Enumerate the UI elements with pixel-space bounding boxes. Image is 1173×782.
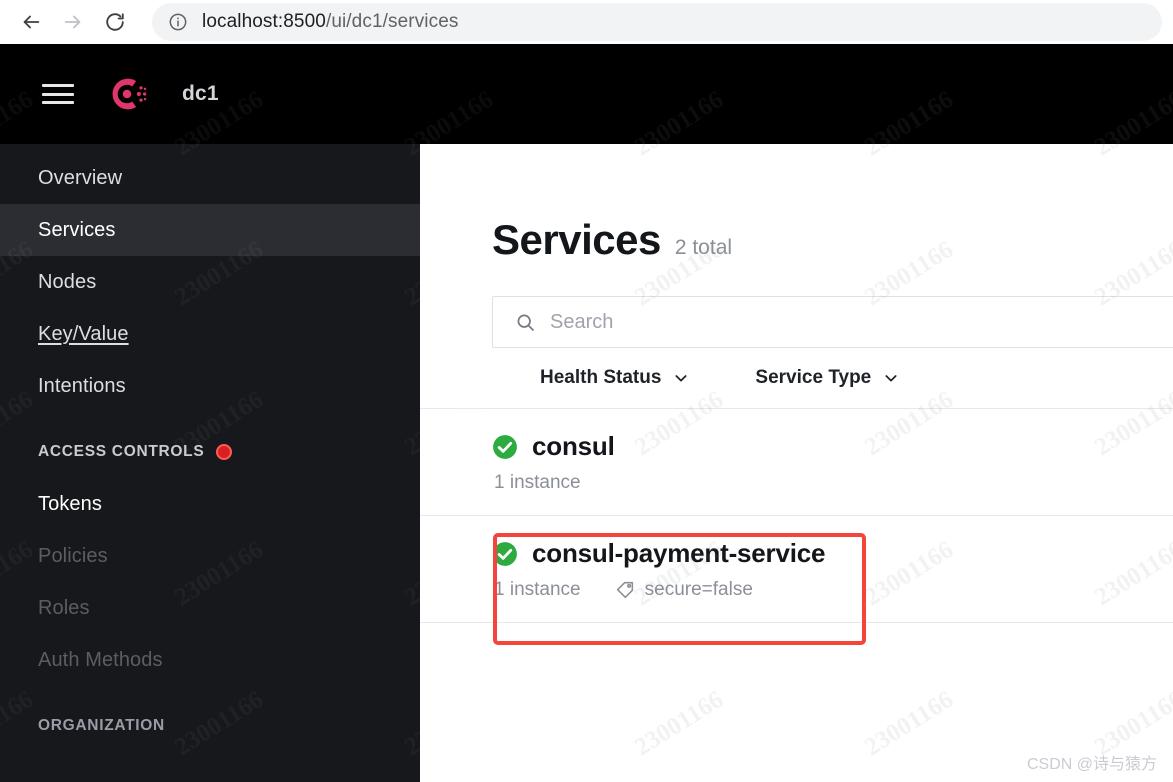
back-button[interactable] bbox=[14, 5, 48, 39]
sidebar-item-label: Intentions bbox=[38, 374, 126, 397]
sidebar-item-auth-methods[interactable]: Auth Methods bbox=[0, 634, 420, 686]
sidebar-item-label: Nodes bbox=[38, 270, 97, 293]
app-header: dc1 bbox=[0, 44, 1173, 144]
hamburger-menu-icon[interactable] bbox=[42, 82, 74, 106]
sidebar-item-label: Policies bbox=[38, 544, 108, 567]
sidebar-item-label: Tokens bbox=[38, 492, 102, 515]
url-path: /ui/dc1/services bbox=[325, 11, 459, 32]
footer-watermark: CSDN @诗与猿方 bbox=[1026, 756, 1157, 773]
sidebar-item-overview[interactable]: Overview bbox=[0, 152, 420, 204]
browser-toolbar: localhost:8500/ui/dc1/services bbox=[0, 0, 1173, 44]
sidebar-item-label: Overview bbox=[38, 166, 123, 189]
chevron-down-icon bbox=[885, 375, 897, 382]
service-meta: 1 instance bbox=[494, 472, 1173, 494]
datacenter-label[interactable]: dc1 bbox=[182, 82, 219, 106]
sidebar-item-nodes[interactable]: Nodes bbox=[0, 256, 420, 308]
table-row[interactable]: consul-payment-service 1 instance secure… bbox=[420, 515, 1173, 622]
service-name: consul-payment-service bbox=[532, 538, 826, 568]
instance-count: 1 instance bbox=[494, 472, 581, 493]
page-header: Services 2 total bbox=[420, 144, 1173, 264]
service-count-label: 2 total bbox=[674, 236, 733, 259]
sidebar-item-roles[interactable]: Roles bbox=[0, 582, 420, 634]
search-input[interactable] bbox=[550, 310, 1150, 334]
check-circle-icon bbox=[493, 434, 517, 459]
main-content: Services 2 total Health Status bbox=[420, 144, 1173, 782]
sidebar-section-label: ACCESS CONTROLS bbox=[38, 443, 205, 460]
forward-button[interactable] bbox=[56, 5, 90, 39]
reload-icon bbox=[106, 13, 124, 31]
consul-logo-icon bbox=[112, 78, 147, 110]
sidebar-item-services[interactable]: Services bbox=[0, 204, 420, 256]
screenshot-root: localhost:8500/ui/dc1/services dc1 Overv… bbox=[0, 0, 1173, 782]
address-bar[interactable]: localhost:8500/ui/dc1/services bbox=[152, 3, 1162, 41]
sidebar-item-tokens[interactable]: Tokens bbox=[0, 478, 420, 530]
url-host: localhost:8500 bbox=[202, 11, 326, 32]
service-meta: 1 instance secure=false bbox=[494, 579, 1173, 601]
filter-row: Health Status Service Type bbox=[492, 348, 1173, 408]
consul-app: dc1 Overview Services Nodes Key/Value In… bbox=[0, 44, 1173, 782]
reload-button[interactable] bbox=[98, 5, 132, 39]
sidebar-nav: Overview Services Nodes Key/Value Intent… bbox=[0, 144, 420, 782]
alert-dot-icon bbox=[216, 444, 233, 460]
filter-label: Health Status bbox=[540, 367, 662, 388]
sidebar-item-key-value[interactable]: Key/Value bbox=[0, 308, 420, 360]
service-tag: secure=false bbox=[615, 579, 753, 601]
tag-icon bbox=[616, 581, 633, 599]
sidebar-section-organization: ORGANIZATION bbox=[0, 700, 420, 752]
sidebar-section-access-controls: ACCESS CONTROLS bbox=[0, 426, 420, 478]
service-name: consul bbox=[532, 431, 615, 461]
sidebar-item-label: Auth Methods bbox=[38, 648, 163, 671]
sidebar-section-label: ORGANIZATION bbox=[38, 717, 165, 734]
page-title: Services bbox=[492, 216, 661, 263]
filter-service-type[interactable]: Service Type bbox=[755, 367, 899, 389]
toolbar: Health Status Service Type bbox=[492, 296, 1173, 408]
arrow-right-icon bbox=[64, 15, 81, 29]
service-name-line: consul-payment-service bbox=[492, 538, 1173, 569]
sidebar-item-label: Services bbox=[38, 218, 116, 241]
filter-health-status[interactable]: Health Status bbox=[540, 367, 689, 389]
service-name-line: consul bbox=[492, 431, 1173, 462]
info-circle-icon bbox=[169, 13, 187, 31]
check-circle-icon bbox=[493, 541, 517, 566]
sidebar-item-label: Roles bbox=[38, 596, 90, 619]
sidebar-item-label: Key/Value bbox=[38, 322, 129, 345]
table-row[interactable]: consul 1 instance bbox=[420, 408, 1173, 515]
service-tag-text: secure=false bbox=[644, 579, 753, 600]
sidebar-item-intentions[interactable]: Intentions bbox=[0, 360, 420, 412]
search-icon bbox=[517, 314, 534, 331]
arrow-left-icon bbox=[23, 15, 40, 29]
instance-count: 1 instance bbox=[494, 579, 581, 600]
chevron-down-icon bbox=[675, 375, 687, 382]
sidebar-item-policies[interactable]: Policies bbox=[0, 530, 420, 582]
service-list: consul 1 instance consul-payment-service bbox=[420, 408, 1173, 623]
filter-label: Service Type bbox=[755, 367, 872, 388]
list-bottom-divider bbox=[420, 622, 1173, 623]
search-box[interactable] bbox=[492, 296, 1173, 348]
url-text: localhost:8500/ui/dc1/services bbox=[202, 11, 458, 33]
